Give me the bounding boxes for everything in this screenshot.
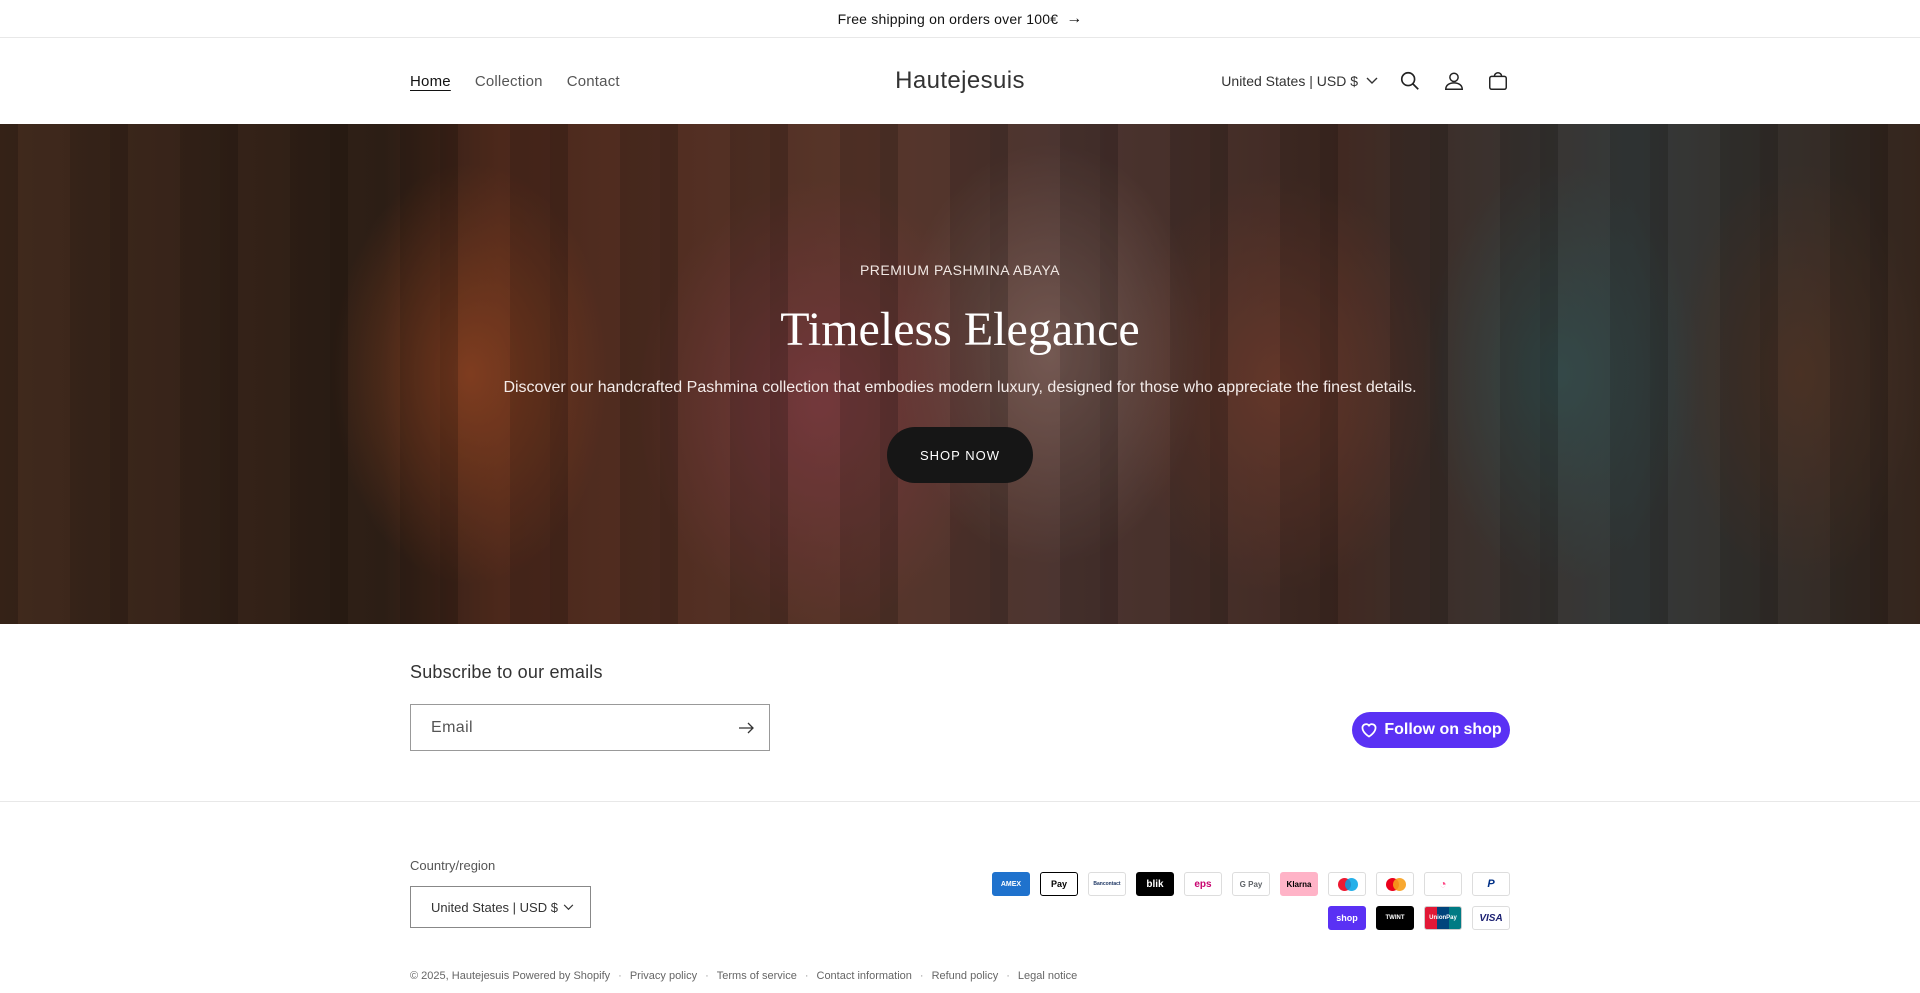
apple-pay-icon: Pay <box>1040 872 1078 896</box>
nav-contact[interactable]: Contact <box>567 73 620 90</box>
unionpay-icon: UnionPay <box>1424 906 1462 930</box>
site-footer: Country/region United States | USD $ AME… <box>0 802 1920 993</box>
follow-on-shop-button[interactable]: Follow on shop <box>1352 712 1510 748</box>
legal-notice-link[interactable]: Legal notice <box>1018 970 1077 982</box>
newsletter-title: Subscribe to our emails <box>410 662 603 682</box>
eps-icon: eps <box>1184 872 1222 896</box>
account-button[interactable] <box>1442 69 1466 93</box>
visa-icon: VISA <box>1472 906 1510 930</box>
hero-title: Timeless Elegance <box>780 303 1140 356</box>
shop-pay-icon: shop <box>1328 906 1366 930</box>
follow-label: Follow on shop <box>1384 721 1502 738</box>
search-icon <box>1400 71 1419 90</box>
country-region-value: United States | USD $ <box>431 899 558 915</box>
hero-kicker: PREMIUM PASHMINA ABAYA <box>859 262 1061 278</box>
chevron-down-icon <box>1366 77 1378 84</box>
brand-logo[interactable]: Hautejesuis <box>895 67 1025 94</box>
contact-information-link[interactable]: Contact information <box>817 970 912 982</box>
locale-selector[interactable]: United States | USD $ <box>1221 73 1378 89</box>
arrow-right-icon <box>739 722 754 733</box>
heart-icon <box>1361 723 1377 738</box>
hero-subtitle: Discover our handcrafted Pashmina collec… <box>503 379 1417 396</box>
maestro-icon <box>1328 872 1366 896</box>
shop-name-link[interactable]: Hautejesuis <box>452 970 509 982</box>
privacy-policy-link[interactable]: Privacy policy <box>630 970 697 982</box>
site-header: Home Collection Contact Hautejesuis Unit… <box>0 38 1920 124</box>
cart-icon <box>1489 72 1507 90</box>
terms-of-service-link[interactable]: Terms of service <box>717 970 797 982</box>
email-field[interactable] <box>410 704 770 751</box>
blik-icon: blik <box>1136 872 1174 896</box>
mastercard-icon <box>1376 872 1414 896</box>
bancontact-icon: Bancontact <box>1088 872 1126 896</box>
klarna-icon: Klarna <box>1280 872 1318 896</box>
payconiq-icon: ◔ <box>1424 872 1462 896</box>
announcement-text: Free shipping on orders over 100€ <box>837 10 1059 27</box>
refund-policy-link[interactable]: Refund policy <box>932 970 999 982</box>
announcement-bar[interactable]: Free shipping on orders over 100€ → <box>0 0 1920 38</box>
user-icon <box>1445 72 1463 90</box>
email-input[interactable] <box>431 718 739 737</box>
country-region-select[interactable]: United States | USD $ <box>410 886 591 928</box>
nav-home[interactable]: Home <box>410 73 451 90</box>
payment-icons: AMEX Pay Bancontact blik eps G Pay Klarn… <box>992 872 1510 930</box>
newsletter-section: Subscribe to our emails Follow on shop <box>0 624 1920 802</box>
google-pay-icon: G Pay <box>1232 872 1270 896</box>
nav-collection[interactable]: Collection <box>475 73 543 90</box>
shop-now-button[interactable]: SHOP NOW <box>887 427 1033 483</box>
subscribe-submit-button[interactable] <box>739 722 755 734</box>
search-button[interactable] <box>1398 69 1422 93</box>
amex-icon: AMEX <box>992 872 1030 896</box>
country-region-label: Country/region <box>410 858 496 873</box>
copyright-text: © 2025, Hautejesuis Powered by Shopify <box>410 970 611 982</box>
locale-label: United States | USD $ <box>1221 73 1358 89</box>
paypal-icon: P <box>1472 872 1510 896</box>
footer-links: © 2025, Hautejesuis Powered by Shopify ·… <box>410 970 1078 982</box>
arrow-right-icon: → <box>1066 9 1083 27</box>
cart-button[interactable] <box>1486 69 1510 93</box>
powered-by-shopify-link[interactable]: Powered by Shopify <box>512 970 610 982</box>
chevron-down-icon <box>563 903 574 910</box>
twint-icon: TWINT <box>1376 906 1414 930</box>
main-nav: Home Collection Contact <box>410 73 620 90</box>
hero-banner: PREMIUM PASHMINA ABAYA Timeless Elegance… <box>0 124 1920 624</box>
